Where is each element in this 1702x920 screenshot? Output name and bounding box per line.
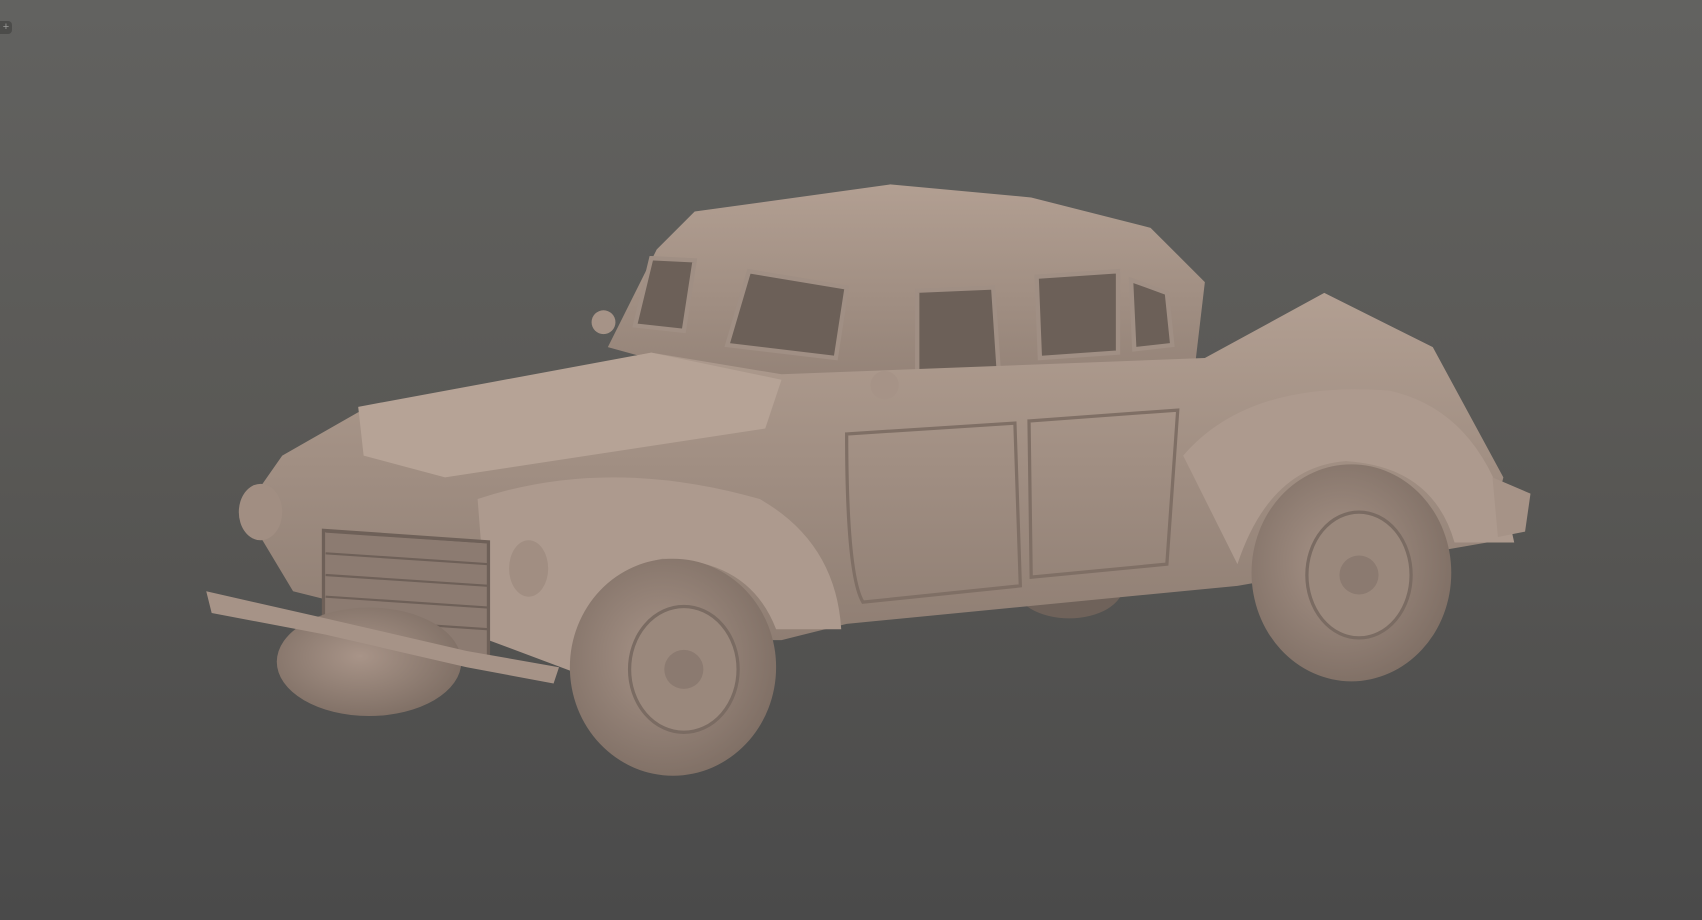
3d-viewport[interactable]: + — [0, 0, 1702, 920]
headlight-right — [509, 540, 549, 597]
headlight-left — [238, 483, 283, 541]
rear-right-hub-center — [1339, 555, 1379, 595]
rear-bumper — [1492, 477, 1531, 538]
front-right-hub-center — [664, 649, 704, 689]
car-3d-model[interactable] — [0, 0, 1702, 920]
front-mirror — [591, 310, 616, 335]
side-mirror — [870, 371, 899, 400]
